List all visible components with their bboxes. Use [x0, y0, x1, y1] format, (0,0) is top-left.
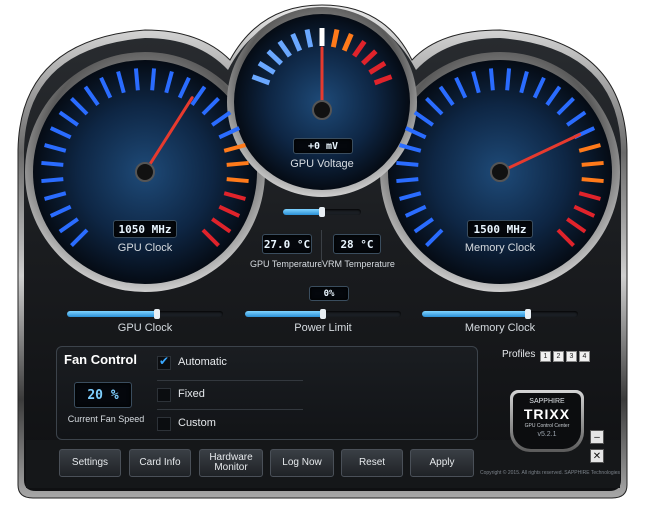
gauge-tick [581, 160, 604, 167]
close-icon: ✕ [592, 450, 602, 462]
profile-1-button[interactable]: 1 [540, 351, 551, 362]
gauge-tick [396, 160, 419, 167]
memory-clock-readout: 1500 MHz [467, 220, 533, 238]
profiles-label: Profiles [502, 349, 536, 360]
profile-4-button[interactable]: 4 [579, 351, 590, 362]
hardware-monitor-label-line2: Monitor [214, 462, 248, 473]
logo-brand: SAPPHIRE [529, 398, 565, 405]
power-limit-readout: 0% [309, 286, 349, 301]
gpu-voltage-hub [312, 100, 332, 120]
gauge-tick [41, 160, 64, 167]
gauge-tick [150, 68, 157, 91]
gpu-voltage-label: GPU Voltage [290, 158, 354, 170]
vrm-temperature-label: VRM Temperature [322, 259, 395, 269]
log-now-button[interactable]: Log Now [270, 449, 334, 477]
fan-control-title: Fan Control [64, 352, 137, 367]
logo-product: TRIXX [523, 406, 571, 422]
profile-2-button[interactable]: 2 [553, 351, 564, 362]
power-limit-slider-knob[interactable] [320, 309, 326, 319]
gauge-tick [226, 160, 249, 167]
settings-button[interactable]: Settings [59, 449, 121, 477]
gauge-tick [330, 29, 340, 48]
close-button[interactable]: ✕ [590, 449, 604, 463]
power-limit-slider-label: Power Limit [294, 322, 352, 334]
voltage-slider-knob[interactable] [319, 207, 325, 217]
gauge-tick [226, 177, 249, 184]
minimize-button[interactable]: – [590, 430, 604, 444]
fan-divider-1 [157, 380, 303, 381]
gpu-voltage-readout: +0 mV [293, 138, 353, 154]
fan-fixed-checkbox[interactable] [157, 388, 171, 402]
memory-clock-slider[interactable] [422, 309, 578, 319]
fan-speed-label: Current Fan Speed [67, 414, 145, 424]
logo-subtitle: GPU Control Center [524, 423, 570, 429]
fan-divider-2 [157, 409, 303, 410]
memory-clock-hub [490, 162, 510, 182]
gpu-clock-gauge-label: GPU Clock [117, 242, 173, 254]
gauge-tick [488, 68, 495, 91]
gauge-tick [133, 68, 140, 91]
gpu-clock-hub [135, 162, 155, 182]
hardware-monitor-button[interactable]: Hardware Monitor [199, 449, 263, 477]
apply-button[interactable]: Apply [410, 449, 474, 477]
voltage-slider[interactable] [283, 207, 361, 217]
memory-clock-gauge-label: Memory Clock [464, 242, 536, 254]
gpu-temperature-readout: 27.0 °C [262, 234, 312, 254]
card-info-button[interactable]: Card Info [129, 449, 191, 477]
gauge-tick [304, 29, 314, 48]
trixx-window: 1050 MHz GPU Clock +0 mV GPU Voltage 150… [0, 0, 645, 512]
gpu-clock-readout: 1050 MHz [113, 220, 177, 238]
gauge-tick [505, 68, 512, 91]
gpu-clock-slider-label: GPU Clock [117, 322, 173, 334]
fan-option-automatic[interactable]: Automatic [178, 356, 227, 368]
memory-clock-slider-knob[interactable] [525, 309, 532, 319]
reset-button[interactable]: Reset [341, 449, 403, 477]
fan-speed-readout: 20 % [74, 382, 132, 408]
fan-custom-checkbox[interactable] [157, 417, 171, 431]
logo-version: v5.2.1 [537, 431, 557, 438]
vrm-temperature-readout: 28 °C [333, 234, 381, 254]
fan-option-custom[interactable]: Custom [178, 417, 216, 429]
gpu-clock-slider[interactable] [67, 309, 223, 319]
gauge-tick [41, 177, 64, 184]
profile-3-button[interactable]: 3 [566, 351, 577, 362]
copyright-text: Copyright © 2015. All rights reserved. S… [480, 470, 621, 476]
trixx-logo: SAPPHIRE TRIXX GPU Control Center v5.2.1 [510, 390, 584, 452]
fan-option-fixed[interactable]: Fixed [178, 388, 205, 400]
minimize-icon: – [594, 431, 600, 443]
gauge-tick [396, 177, 419, 184]
gauge-tick [581, 177, 604, 184]
memory-clock-slider-label: Memory Clock [464, 322, 536, 334]
gpu-temperature-label: GPU Temperature [250, 259, 323, 269]
fan-automatic-checkbox[interactable]: ✔ [157, 354, 171, 370]
checkmark-icon: ✔ [159, 354, 170, 368]
power-limit-slider[interactable] [245, 309, 401, 319]
gpu-clock-slider-knob[interactable] [154, 309, 161, 319]
